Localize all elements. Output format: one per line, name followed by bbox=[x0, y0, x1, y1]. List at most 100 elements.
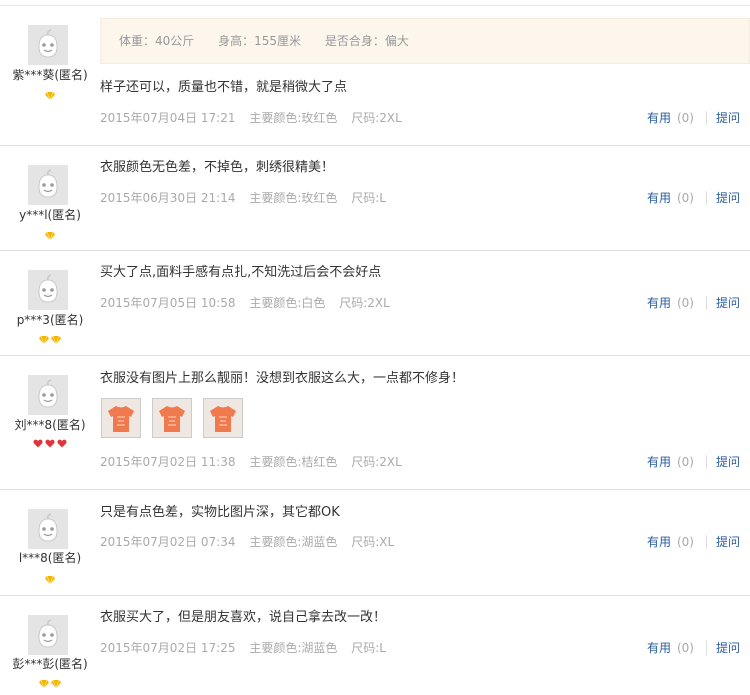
action-divider bbox=[705, 296, 707, 310]
review-photo-thumbnail[interactable] bbox=[101, 398, 141, 438]
user-level-badges bbox=[0, 574, 100, 585]
review-comment: 衣服没有图片上那么靓丽！没想到衣服这么大，一点都不修身！ bbox=[100, 371, 465, 386]
review-color: 主要颜色:湖蓝色 bbox=[249, 535, 338, 549]
review-meta: 2015年07月02日 11:38 主要颜色:桔红色 尺码:2XL bbox=[100, 455, 412, 469]
review-meta: 2015年06月30日 21:14 主要颜色:玫红色 尺码:L bbox=[100, 191, 396, 205]
reviewer-name[interactable]: 紫***葵(匿名) bbox=[0, 68, 100, 82]
gold-diamond-icon bbox=[45, 230, 55, 241]
user-level-badges bbox=[0, 90, 100, 101]
useful-button[interactable]: 有用 bbox=[647, 455, 671, 469]
review-photos bbox=[101, 398, 249, 438]
red-heart-icon bbox=[57, 438, 67, 448]
review-date: 2015年07月02日 07:34 bbox=[100, 535, 236, 549]
review-actions: 有用 (0) 提问 bbox=[647, 641, 740, 655]
ask-button[interactable]: 提问 bbox=[716, 535, 740, 549]
weight-attr: 体重：40公斤 bbox=[119, 34, 195, 48]
useful-button[interactable]: 有用 bbox=[647, 191, 671, 205]
review-actions: 有用 (0) 提问 bbox=[647, 111, 740, 125]
review-size: 尺码:2XL bbox=[351, 455, 402, 469]
default-avatar-icon bbox=[28, 165, 68, 205]
user-level-badges bbox=[0, 230, 100, 241]
review-date: 2015年07月02日 11:38 bbox=[100, 455, 236, 469]
review-comment: 样子还可以，质量也不错，就是稍微大了点 bbox=[100, 80, 348, 95]
gold-diamond-icon bbox=[39, 334, 49, 345]
reviewer-name[interactable]: y***l(匿名) bbox=[0, 208, 100, 222]
reviewer-name[interactable]: p***3(匿名) bbox=[0, 313, 100, 327]
useful-count: (0) bbox=[676, 535, 694, 549]
useful-button[interactable]: 有用 bbox=[647, 111, 671, 125]
review-item: y***l(匿名) 衣服颜色无色差，不掉色，刺绣很精美！ 2015年06月30日… bbox=[0, 146, 750, 251]
red-heart-icon bbox=[33, 438, 43, 448]
avatar[interactable] bbox=[28, 615, 68, 655]
action-divider bbox=[705, 111, 707, 125]
gold-diamond-icon bbox=[45, 90, 55, 101]
review-color: 主要颜色:玫红色 bbox=[249, 111, 338, 125]
review-item: p***3(匿名) 买大了点,面料手感有点扎,不知洗过后会不会好点 2015年0… bbox=[0, 251, 750, 356]
review-size: 尺码:L bbox=[351, 641, 386, 655]
review-meta: 2015年07月02日 17:25 主要颜色:湖蓝色 尺码:L bbox=[100, 641, 396, 655]
review-comment: 衣服颜色无色差，不掉色，刺绣很精美！ bbox=[100, 160, 335, 175]
gold-diamond-icon bbox=[45, 574, 55, 585]
review-item: l***8(匿名) 只是有点色差，实物比图片深，其它都OK 2015年07月02… bbox=[0, 490, 750, 596]
review-size: 尺码:2XL bbox=[351, 111, 402, 125]
review-color: 主要颜色:玫红色 bbox=[249, 191, 338, 205]
review-date: 2015年06月30日 21:14 bbox=[100, 191, 236, 205]
useful-button[interactable]: 有用 bbox=[647, 641, 671, 655]
avatar[interactable] bbox=[28, 25, 68, 65]
review-meta: 2015年07月02日 07:34 主要颜色:湖蓝色 尺码:XL bbox=[100, 535, 404, 549]
avatar[interactable] bbox=[28, 165, 68, 205]
review-comment: 只是有点色差，实物比图片深，其它都OK bbox=[100, 505, 340, 520]
reviewer-name[interactable]: l***8(匿名) bbox=[0, 551, 100, 565]
review-item: 刘***8(匿名) 衣服没有图片上那么靓丽！没想到衣服这么大，一点都不修身！ 2… bbox=[0, 356, 750, 490]
default-avatar-icon bbox=[28, 509, 68, 549]
avatar[interactable] bbox=[28, 375, 68, 415]
action-divider bbox=[705, 535, 707, 549]
useful-count: (0) bbox=[676, 641, 694, 655]
user-level-badges bbox=[0, 678, 100, 689]
default-avatar-icon bbox=[28, 25, 68, 65]
gold-diamond-icon bbox=[51, 678, 61, 689]
review-size: 尺码:XL bbox=[351, 535, 395, 549]
review-photo-thumbnail[interactable] bbox=[203, 398, 244, 438]
ask-button[interactable]: 提问 bbox=[716, 296, 740, 310]
review-size: 尺码:2XL bbox=[339, 296, 390, 310]
review-color: 主要颜色:白色 bbox=[249, 296, 326, 310]
gold-diamond-icon bbox=[39, 678, 49, 689]
review-date: 2015年07月04日 17:21 bbox=[100, 111, 236, 125]
review-actions: 有用 (0) 提问 bbox=[647, 455, 740, 469]
useful-count: (0) bbox=[676, 455, 694, 469]
fit-attr: 是否合身：偏大 bbox=[324, 34, 409, 48]
useful-count: (0) bbox=[676, 191, 694, 205]
useful-button[interactable]: 有用 bbox=[647, 296, 671, 310]
ask-button[interactable]: 提问 bbox=[716, 111, 740, 125]
review-color: 主要颜色:湖蓝色 bbox=[249, 641, 338, 655]
reviewer-name[interactable]: 刘***8(匿名) bbox=[0, 418, 100, 432]
useful-count: (0) bbox=[676, 111, 694, 125]
ask-button[interactable]: 提问 bbox=[716, 191, 740, 205]
red-heart-icon bbox=[45, 438, 55, 448]
avatar[interactable] bbox=[28, 270, 68, 310]
reviewer-name[interactable]: 彭***彭(匿名) bbox=[0, 657, 100, 671]
avatar[interactable] bbox=[28, 509, 68, 549]
ask-button[interactable]: 提问 bbox=[716, 641, 740, 655]
review-actions: 有用 (0) 提问 bbox=[647, 296, 740, 310]
review-size: 尺码:L bbox=[351, 191, 386, 205]
action-divider bbox=[705, 455, 707, 469]
action-divider bbox=[705, 191, 707, 205]
review-meta: 2015年07月05日 10:58 主要颜色:白色 尺码:2XL bbox=[100, 296, 400, 310]
useful-button[interactable]: 有用 bbox=[647, 535, 671, 549]
review-meta: 2015年07月04日 17:21 主要颜色:玫红色 尺码:2XL bbox=[100, 111, 412, 125]
buyer-attributes: 体重：40公斤 身高：155厘米 是否合身：偏大 bbox=[100, 18, 750, 64]
review-item: 彭***彭(匿名) 衣服买大了，但是朋友喜欢，说自己拿去改一改！ 2015年07… bbox=[0, 596, 750, 695]
default-avatar-icon bbox=[28, 270, 68, 310]
review-photo-thumbnail[interactable] bbox=[152, 398, 193, 438]
review-date: 2015年07月02日 17:25 bbox=[100, 641, 236, 655]
review-item: 紫***葵(匿名) 体重：40公斤 身高：155厘米 是否合身：偏大 样子还可以… bbox=[0, 6, 750, 146]
user-level-badges bbox=[0, 334, 100, 345]
default-avatar-icon bbox=[28, 375, 68, 415]
ask-button[interactable]: 提问 bbox=[716, 455, 740, 469]
user-level-badges bbox=[0, 438, 100, 448]
review-actions: 有用 (0) 提问 bbox=[647, 535, 740, 549]
default-avatar-icon bbox=[28, 615, 68, 655]
action-divider bbox=[705, 641, 707, 655]
